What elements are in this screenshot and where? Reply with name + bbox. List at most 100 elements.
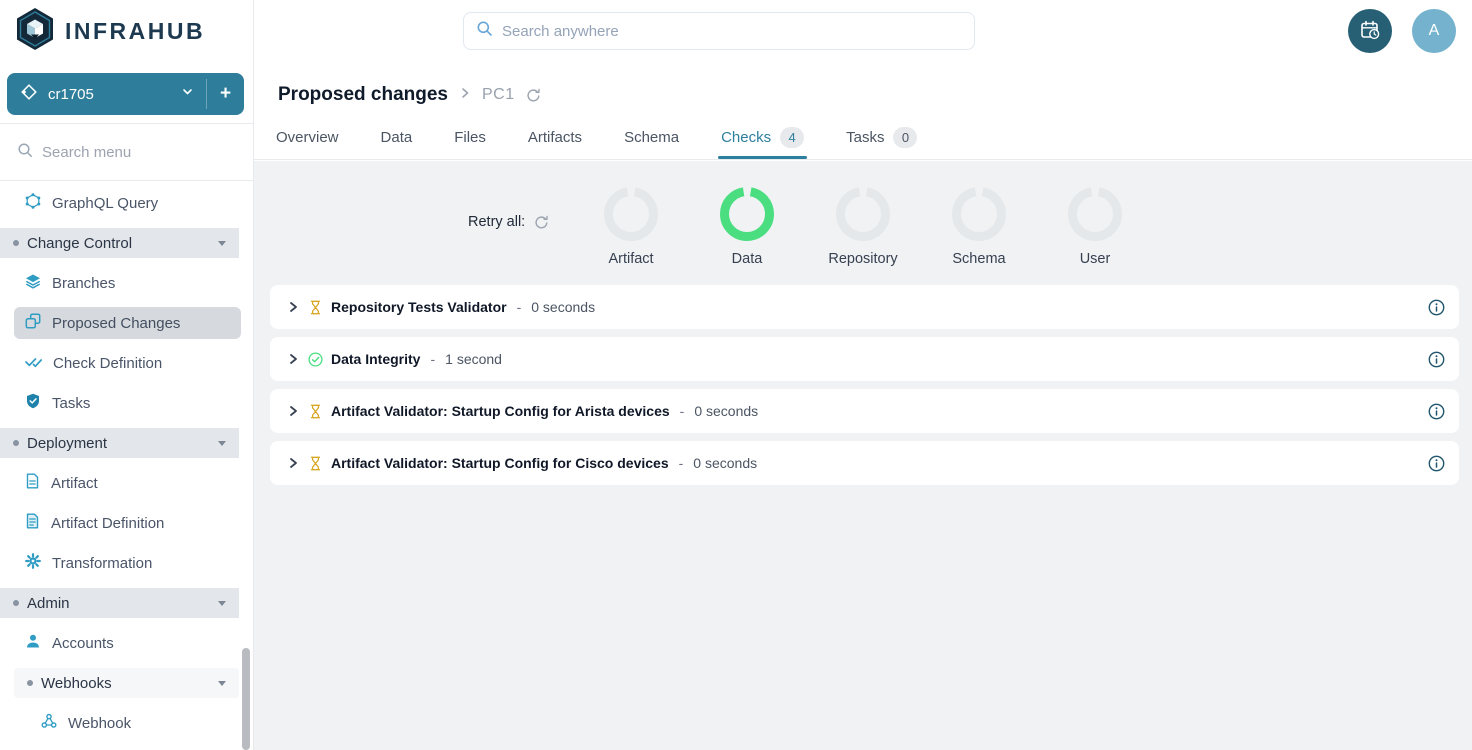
validator-row[interactable]: Repository Tests Validator - 0 seconds xyxy=(270,285,1459,329)
sidebar-item-proposed-changes[interactable]: Proposed Changes xyxy=(14,307,241,339)
section-collapse-icon xyxy=(218,441,226,446)
gauge-schema[interactable]: Schema xyxy=(921,187,1037,267)
main-header: A Proposed changes PC1 Overview Data Fil… xyxy=(254,0,1472,160)
sidebar-section-deployment[interactable]: Deployment xyxy=(0,428,239,458)
section-bullet-icon xyxy=(13,240,19,246)
tab-bar: Overview Data Files Artifacts Schema Che… xyxy=(276,115,917,159)
separator: - xyxy=(680,403,685,419)
sidebar-item-label: Webhook xyxy=(68,715,131,732)
main-area: A Proposed changes PC1 Overview Data Fil… xyxy=(254,0,1472,750)
progress-ring-icon xyxy=(952,187,1006,246)
sidebar-item-label: Branches xyxy=(52,275,115,292)
tab-files[interactable]: Files xyxy=(454,115,486,159)
branch-selector-button[interactable]: cr1705 xyxy=(7,73,206,115)
validator-duration: 1 second xyxy=(445,351,502,367)
infrahub-hexagon-logo-icon xyxy=(15,7,55,56)
checks-summary-row: Retry all: Artifact xyxy=(254,161,1472,261)
gauge-artifact[interactable]: Artifact xyxy=(573,187,689,267)
sidebar-section-admin[interactable]: Admin xyxy=(0,588,239,618)
user-avatar[interactable]: A xyxy=(1412,9,1456,53)
sidebar-item-label: Proposed Changes xyxy=(52,315,180,332)
gauge-data[interactable]: Data xyxy=(689,187,805,267)
sidebar-item-branches[interactable]: Branches xyxy=(0,263,253,303)
tab-checks[interactable]: Checks 4 xyxy=(721,115,804,159)
double-check-icon xyxy=(25,353,42,373)
section-bullet-icon xyxy=(13,600,19,606)
tab-label: Data xyxy=(381,129,413,146)
sidebar-scrollbar-thumb[interactable] xyxy=(242,648,250,750)
validator-row[interactable]: Artifact Validator: Startup Config for C… xyxy=(270,441,1459,485)
menu-search xyxy=(0,124,253,181)
validator-row[interactable]: Artifact Validator: Startup Config for A… xyxy=(270,389,1459,433)
info-icon[interactable] xyxy=(1428,351,1445,368)
check-circle-icon xyxy=(308,352,323,367)
sidebar-item-webhook[interactable]: Webhook xyxy=(0,703,253,743)
sidebar-item-transformation[interactable]: Transformation xyxy=(0,543,253,583)
sidebar-item-accounts[interactable]: Accounts xyxy=(0,623,253,663)
tab-badge: 0 xyxy=(893,127,917,148)
retry-all-button[interactable] xyxy=(534,215,549,230)
calendar-clock-icon xyxy=(1359,19,1381,44)
refresh-button[interactable] xyxy=(526,88,541,103)
validator-title: Data Integrity xyxy=(331,351,420,367)
hourglass-icon xyxy=(308,300,323,315)
section-collapse-icon xyxy=(218,241,226,246)
search-icon xyxy=(476,20,493,42)
shield-check-icon xyxy=(25,393,41,413)
info-icon[interactable] xyxy=(1428,455,1445,472)
separator: - xyxy=(517,299,522,315)
chevron-right-icon[interactable] xyxy=(285,351,301,367)
chevron-right-icon[interactable] xyxy=(285,299,301,315)
gauge-label: Repository xyxy=(828,251,897,267)
sidebar-item-graphql-query[interactable]: GraphQL Query xyxy=(0,183,253,223)
brand-logo[interactable]: INFRAHUB xyxy=(0,0,253,62)
validator-row[interactable]: Data Integrity - 1 second xyxy=(270,337,1459,381)
tab-label: Overview xyxy=(276,129,339,146)
branch-name: cr1705 xyxy=(48,86,181,103)
info-icon[interactable] xyxy=(1428,403,1445,420)
progress-ring-icon xyxy=(604,187,658,246)
graphql-icon xyxy=(25,193,41,213)
layers-icon xyxy=(25,273,41,293)
menu-search-input[interactable] xyxy=(42,144,212,161)
gauge-repository[interactable]: Repository xyxy=(805,187,921,267)
tab-artifacts[interactable]: Artifacts xyxy=(528,115,582,159)
tab-data[interactable]: Data xyxy=(381,115,413,159)
info-icon[interactable] xyxy=(1428,299,1445,316)
tab-overview[interactable]: Overview xyxy=(276,115,339,159)
proposed-changes-icon xyxy=(25,313,41,333)
sidebar-item-artifact-definition[interactable]: Artifact Definition xyxy=(0,503,253,543)
section-bullet-icon xyxy=(13,440,19,446)
global-search xyxy=(463,12,975,50)
gauge-label: User xyxy=(1080,251,1111,267)
chevron-right-icon[interactable] xyxy=(285,403,301,419)
sidebar-item-tasks[interactable]: Tasks xyxy=(0,383,253,423)
sidebar-section-change-control[interactable]: Change Control xyxy=(0,228,239,258)
global-search-input[interactable] xyxy=(502,23,962,40)
sidebar-item-check-definition[interactable]: Check Definition xyxy=(0,343,253,383)
document-definition-icon xyxy=(25,513,40,533)
page-title[interactable]: Proposed changes xyxy=(278,84,448,106)
create-branch-button[interactable]: + xyxy=(207,73,244,115)
validator-duration: 0 seconds xyxy=(531,299,595,315)
tab-label: Schema xyxy=(624,129,679,146)
sidebar-item-label: Check Definition xyxy=(53,355,162,372)
tab-label: Tasks xyxy=(846,129,884,146)
sidebar-section-webhooks[interactable]: Webhooks xyxy=(14,668,239,698)
schedule-button[interactable] xyxy=(1348,9,1392,53)
validator-title: Artifact Validator: Startup Config for A… xyxy=(331,403,670,419)
search-icon xyxy=(17,142,33,163)
chevron-right-icon[interactable] xyxy=(285,455,301,471)
tab-schema[interactable]: Schema xyxy=(624,115,679,159)
gauge-user[interactable]: User xyxy=(1037,187,1153,267)
hourglass-icon xyxy=(308,456,323,471)
section-label: Webhooks xyxy=(41,675,112,692)
section-collapse-icon xyxy=(218,681,226,686)
branch-selector: cr1705 + xyxy=(7,73,244,115)
progress-ring-icon xyxy=(836,187,890,246)
sidebar-item-artifact[interactable]: Artifact xyxy=(0,463,253,503)
sidebar: INFRAHUB cr1705 + xyxy=(0,0,254,750)
checks-panel: Retry all: Artifact xyxy=(254,161,1472,750)
hourglass-icon xyxy=(308,404,323,419)
tab-tasks[interactable]: Tasks 0 xyxy=(846,115,917,159)
